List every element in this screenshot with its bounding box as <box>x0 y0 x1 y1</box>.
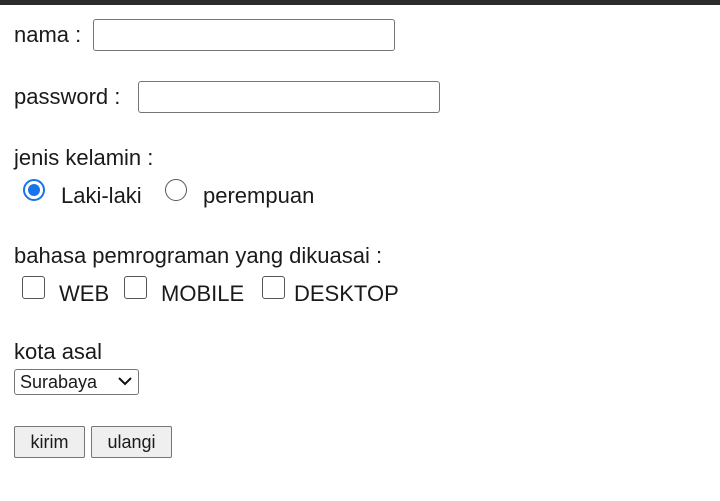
checkbox-desktop[interactable] <box>262 276 285 299</box>
chevron-down-icon <box>118 377 132 386</box>
radio-laki-laki[interactable] <box>23 179 45 201</box>
radio-perempuan[interactable] <box>165 179 187 201</box>
gender-label: jenis kelamin : <box>14 145 154 170</box>
checkbox-web-label: WEB <box>59 281 110 306</box>
radio-perempuan-label: perempuan <box>203 183 315 208</box>
radio-laki-laki-label: Laki-laki <box>61 183 142 208</box>
checkbox-mobile[interactable] <box>124 276 147 299</box>
checkbox-web[interactable] <box>22 276 45 299</box>
city-label: kota asal <box>14 339 103 364</box>
city-select-value: Surabaya <box>20 372 98 392</box>
checkbox-desktop-label: DESKTOP <box>294 281 399 306</box>
checkbox-mobile-label: MOBILE <box>161 281 245 306</box>
reset-button[interactable]: ulangi <box>91 426 172 458</box>
top-bar <box>0 0 720 5</box>
submit-button[interactable]: kirim <box>14 426 85 458</box>
city-select[interactable]: Surabaya <box>14 369 139 395</box>
name-label: nama : <box>14 22 82 47</box>
password-input[interactable] <box>138 81 440 113</box>
name-input[interactable] <box>93 19 395 51</box>
languages-label: bahasa pemrograman yang dikuasai : <box>14 243 383 268</box>
password-label: password : <box>14 84 121 109</box>
